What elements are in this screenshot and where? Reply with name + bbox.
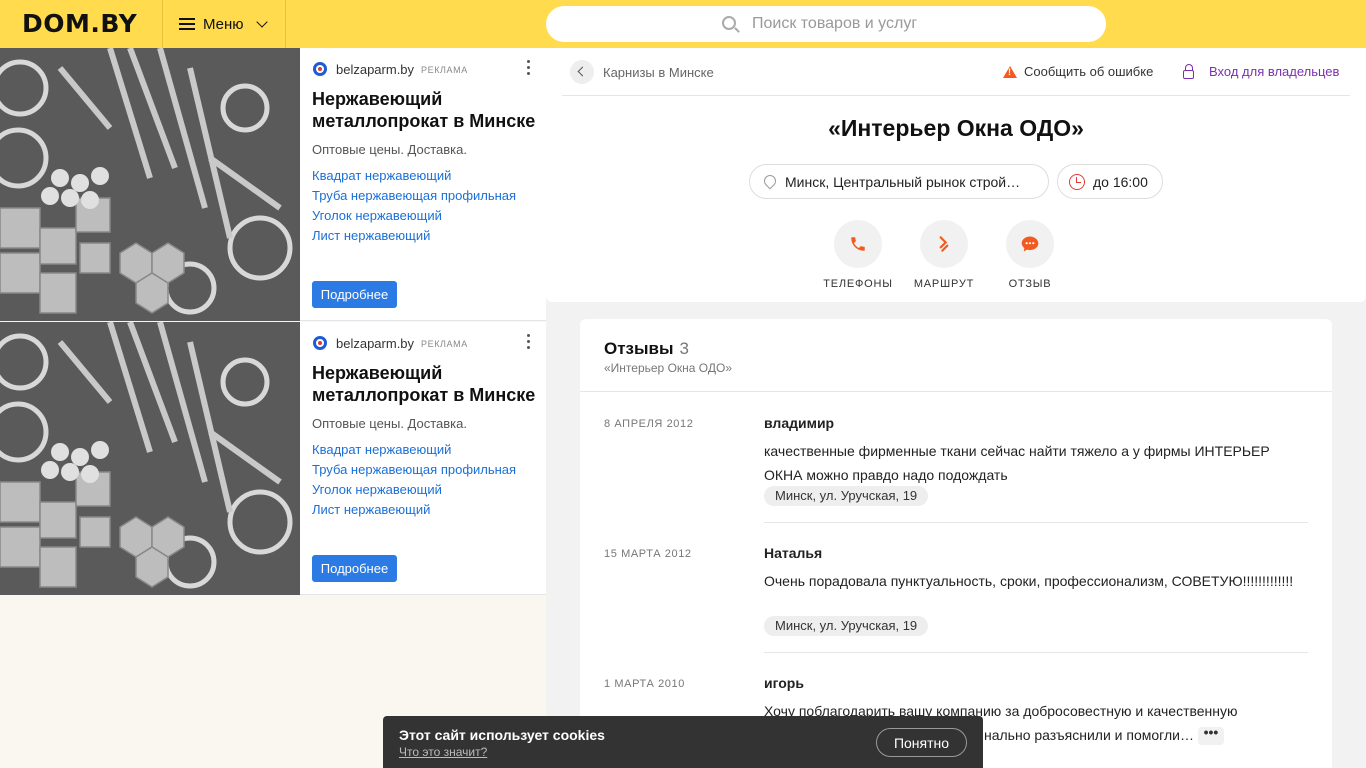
lock-icon bbox=[1183, 63, 1194, 79]
ad-link[interactable]: Квадрат нержавеющий bbox=[312, 166, 516, 186]
warning-icon bbox=[1003, 65, 1017, 78]
ad-block[interactable]: belzaparm.by РЕКЛАМА Нержавеющий металло… bbox=[0, 322, 546, 595]
review-label: ОТЗЫВ bbox=[1008, 278, 1052, 290]
search-bar[interactable] bbox=[546, 6, 1106, 42]
company-title: «Интерьер Окна ОДО» bbox=[828, 115, 1084, 141]
ad-link[interactable]: Труба нержавеющая профильная bbox=[312, 186, 516, 206]
report-error-label: Сообщить об ошибке bbox=[1024, 64, 1154, 79]
review-text-line: нально разъяснили и помогли… bbox=[984, 727, 1194, 743]
more-vertical-icon[interactable] bbox=[524, 334, 532, 350]
review-text: качественные фирменные ткани сейчас найт… bbox=[764, 443, 1270, 483]
ad-link[interactable]: Уголок нержавеющий bbox=[312, 206, 516, 226]
ad-cta-button[interactable]: Подробнее bbox=[312, 281, 397, 308]
ad-link[interactable]: Лист нержавеющий bbox=[312, 226, 516, 246]
reviews-title: Отзывы bbox=[604, 339, 674, 358]
divider bbox=[764, 652, 1308, 653]
ad-links: Квадрат нержавеющий Труба нержавеющая пр… bbox=[312, 166, 516, 246]
divider bbox=[580, 391, 1332, 392]
review-location[interactable]: Минск, ул. Уручская, 19 bbox=[764, 616, 929, 636]
ad-domain[interactable]: belzaparm.by bbox=[336, 336, 414, 351]
expand-more-button[interactable]: ••• bbox=[1197, 725, 1224, 746]
reviews-subtitle: «Интерьер Окна ОДО» bbox=[604, 361, 732, 375]
ad-tag: РЕКЛАМА bbox=[421, 65, 468, 75]
chevron-down-icon bbox=[255, 16, 268, 28]
ad-link[interactable]: Труба нержавеющая профильная bbox=[312, 460, 516, 480]
menu-label: Меню bbox=[203, 15, 244, 33]
breadcrumb[interactable]: Карнизы в Минске bbox=[603, 65, 714, 80]
chat-icon bbox=[1006, 220, 1054, 268]
ad-favicon-icon bbox=[313, 336, 327, 350]
hours-pill[interactable]: до 16:00 bbox=[1057, 164, 1163, 199]
menu-button[interactable]: Меню bbox=[162, 0, 286, 48]
back-arrow-icon[interactable] bbox=[570, 60, 594, 84]
ad-image[interactable] bbox=[0, 322, 300, 595]
review-date: 8 АПРЕЛЯ 2012 bbox=[604, 418, 694, 430]
ad-cta-button[interactable]: Подробнее bbox=[312, 555, 397, 582]
ad-link[interactable]: Уголок нержавеющий bbox=[312, 480, 516, 500]
ad-image[interactable] bbox=[0, 48, 300, 321]
ad-description: Оптовые цены. Доставка. bbox=[312, 142, 467, 157]
cookie-accept-button[interactable]: Понятно bbox=[876, 728, 967, 757]
divider bbox=[562, 95, 1350, 96]
ad-domain[interactable]: belzaparm.by bbox=[336, 62, 414, 77]
review-date: 15 МАРТА 2012 bbox=[604, 548, 692, 560]
ad-title[interactable]: Нержавеющий металлопрокат в Минске bbox=[312, 88, 537, 132]
ad-link[interactable]: Лист нержавеющий bbox=[312, 500, 516, 520]
reviews-count: 3 bbox=[679, 339, 689, 358]
search-icon bbox=[722, 16, 736, 30]
ad-favicon-icon bbox=[313, 62, 327, 76]
review-author: Наталья bbox=[764, 545, 823, 561]
review-text: Очень порадовала пунктуальность, сроки, … bbox=[764, 573, 1294, 589]
review-location[interactable]: Минск, ул. Уручская, 19 bbox=[764, 486, 929, 506]
site-logo[interactable]: DOM.BY bbox=[22, 9, 137, 38]
route-button[interactable]: МАРШРУТ bbox=[899, 220, 989, 290]
report-error-link[interactable]: Сообщить об ошибке bbox=[1003, 64, 1153, 79]
ad-link[interactable]: Квадрат нержавеющий bbox=[312, 440, 516, 460]
route-icon bbox=[920, 220, 968, 268]
cookie-info-link[interactable]: Что это значит? bbox=[399, 745, 487, 759]
reviews-heading: Отзывы 3 bbox=[604, 339, 689, 359]
phones-button[interactable]: ТЕЛЕФОНЫ bbox=[813, 220, 903, 290]
divider bbox=[764, 522, 1308, 523]
ad-description: Оптовые цены. Доставка. bbox=[312, 416, 467, 431]
cookie-banner: Этот сайт использует cookies Что это зна… bbox=[383, 716, 983, 768]
review-button[interactable]: ОТЗЫВ bbox=[985, 220, 1075, 290]
search-input[interactable] bbox=[752, 6, 1082, 42]
cookie-title: Этот сайт использует cookies bbox=[399, 727, 605, 743]
owner-login-link[interactable]: Вход для владельцев bbox=[1183, 63, 1340, 79]
hours-text: до 16:00 bbox=[1093, 173, 1148, 190]
review-author: игорь bbox=[764, 675, 804, 691]
owner-login-label: Вход для владельцев bbox=[1209, 64, 1340, 79]
reviews-section: Отзывы 3 «Интерьер Окна ОДО» 8 АПРЕЛЯ 201… bbox=[580, 319, 1332, 768]
more-vertical-icon[interactable] bbox=[524, 60, 532, 76]
phone-icon bbox=[834, 220, 882, 268]
clock-icon bbox=[1069, 174, 1085, 190]
ad-tag: РЕКЛАМА bbox=[421, 339, 468, 349]
ad-title[interactable]: Нержавеющий металлопрокат в Минске bbox=[312, 362, 537, 406]
address-pill[interactable]: Минск, Центральный рынок строй… bbox=[749, 164, 1049, 199]
hamburger-icon bbox=[179, 18, 195, 30]
company-card: Карнизы в Минске Сообщить об ошибке Вход… bbox=[546, 48, 1366, 302]
review-date: 1 МАРТА 2010 bbox=[604, 678, 685, 690]
ad-block[interactable]: belzaparm.by РЕКЛАМА Нержавеющий металло… bbox=[0, 48, 546, 321]
ads-column: belzaparm.by РЕКЛАМА Нержавеющий металло… bbox=[0, 48, 546, 768]
review-author: владимир bbox=[764, 415, 835, 431]
site-header: DOM.BY Меню bbox=[0, 0, 1366, 48]
route-label: МАРШРУТ bbox=[913, 278, 975, 290]
address-text: Минск, Центральный рынок строй… bbox=[785, 173, 1021, 190]
location-pin-icon bbox=[761, 172, 779, 190]
phones-label: ТЕЛЕФОНЫ bbox=[823, 278, 893, 290]
ad-links: Квадрат нержавеющий Труба нержавеющая пр… bbox=[312, 440, 516, 520]
